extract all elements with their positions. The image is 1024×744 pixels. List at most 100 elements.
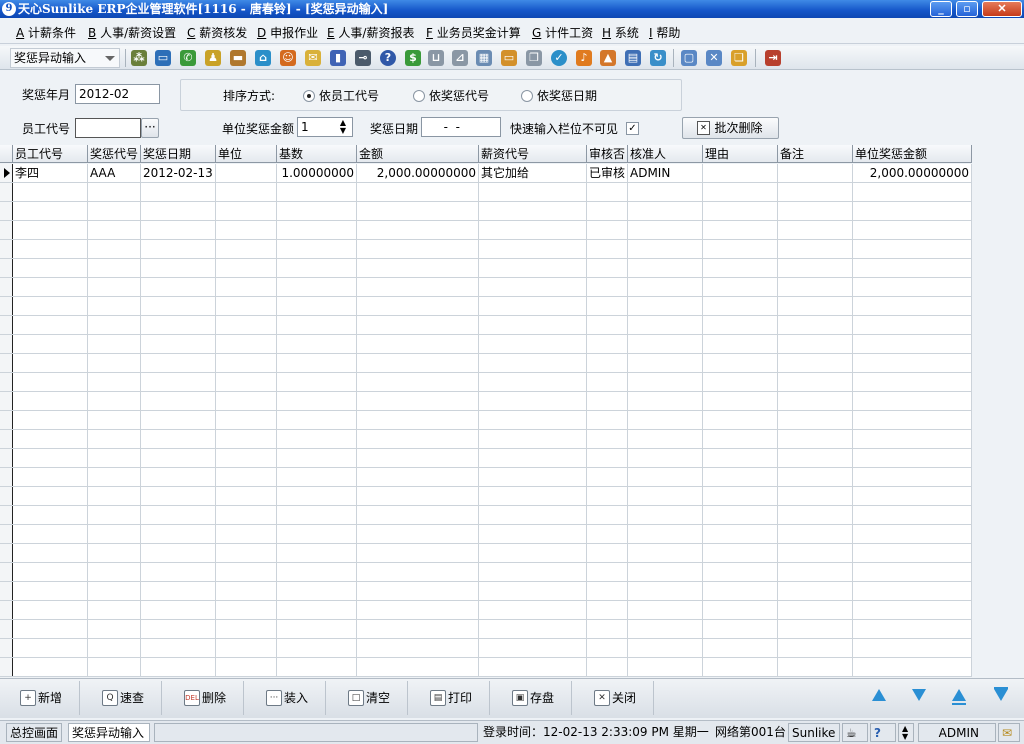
table-row[interactable] xyxy=(0,449,972,468)
cell-approved[interactable] xyxy=(587,620,628,638)
cell-approved[interactable] xyxy=(587,430,628,448)
cell-remark[interactable] xyxy=(778,563,853,581)
table-row[interactable] xyxy=(0,563,972,582)
menu-item-piecework[interactable]: G 计件工资 xyxy=(532,25,593,41)
cell-approved[interactable] xyxy=(587,563,628,581)
cell-approver[interactable] xyxy=(628,278,703,296)
cell-unit[interactable] xyxy=(216,525,277,543)
cell-base[interactable] xyxy=(277,658,357,676)
row-indicator[interactable] xyxy=(0,658,13,676)
cell-reason[interactable] xyxy=(703,582,778,600)
cell-approver[interactable] xyxy=(628,411,703,429)
row-indicator[interactable] xyxy=(0,278,13,296)
cell-amount[interactable] xyxy=(357,316,479,334)
cell-reward-date[interactable] xyxy=(141,392,216,410)
row-indicator[interactable] xyxy=(0,506,13,524)
close-button[interactable]: ✕ 关闭 xyxy=(574,681,654,715)
cell-reason[interactable] xyxy=(703,164,778,182)
nav-first-icon[interactable] xyxy=(952,689,966,701)
cell-approver[interactable] xyxy=(628,297,703,315)
cell-approved[interactable] xyxy=(587,221,628,239)
cell-approver[interactable] xyxy=(628,183,703,201)
cell-unit[interactable] xyxy=(216,278,277,296)
table-row[interactable] xyxy=(0,582,972,601)
cell-base[interactable] xyxy=(277,278,357,296)
cell-unit-amount[interactable] xyxy=(853,411,972,429)
cell-employee-code[interactable] xyxy=(13,525,88,543)
cell-reason[interactable] xyxy=(703,335,778,353)
search-button[interactable]: Q 速查 xyxy=(82,681,162,715)
cell-unit-amount[interactable] xyxy=(853,658,972,676)
cell-base[interactable] xyxy=(277,468,357,486)
row-indicator[interactable] xyxy=(0,430,13,448)
cell-amount[interactable] xyxy=(357,335,479,353)
cell-unit-amount[interactable] xyxy=(853,183,972,201)
cell-amount[interactable]: 2,000.00000000 xyxy=(357,164,479,182)
cell-unit[interactable] xyxy=(216,202,277,220)
cell-base[interactable]: 1.00000000 xyxy=(277,164,357,182)
nav-prev-icon[interactable] xyxy=(872,689,886,701)
cell-unit-amount[interactable] xyxy=(853,506,972,524)
column-header-remark[interactable]: 备注 xyxy=(778,145,853,163)
cell-approver[interactable] xyxy=(628,202,703,220)
cell-employee-code[interactable] xyxy=(13,297,88,315)
cell-approved[interactable] xyxy=(587,202,628,220)
cell-salary-code[interactable] xyxy=(479,620,587,638)
table-row[interactable] xyxy=(0,658,972,677)
table-row[interactable] xyxy=(0,297,972,316)
cell-reason[interactable] xyxy=(703,525,778,543)
row-indicator[interactable] xyxy=(0,411,13,429)
cell-reason[interactable] xyxy=(703,297,778,315)
close-box-icon[interactable]: ✕ xyxy=(706,50,722,66)
column-header-reason[interactable]: 理由 xyxy=(703,145,778,163)
cell-reward-date[interactable] xyxy=(141,221,216,239)
cell-reward-date[interactable] xyxy=(141,354,216,372)
cell-unit-amount[interactable] xyxy=(853,620,972,638)
cell-remark[interactable] xyxy=(778,411,853,429)
cell-reward-code[interactable] xyxy=(88,639,141,657)
cell-base[interactable] xyxy=(277,487,357,505)
table-row[interactable] xyxy=(0,620,972,639)
cart-icon[interactable]: ⊔ xyxy=(428,50,444,66)
cell-reason[interactable] xyxy=(703,202,778,220)
column-header-salary-code[interactable]: 薪资代号 xyxy=(479,145,587,163)
cell-reason[interactable] xyxy=(703,183,778,201)
cell-unit[interactable] xyxy=(216,392,277,410)
nav-last-icon[interactable] xyxy=(994,689,1008,701)
cell-amount[interactable] xyxy=(357,297,479,315)
column-header-unit[interactable]: 单位 xyxy=(216,145,277,163)
cell-reward-code[interactable] xyxy=(88,316,141,334)
row-indicator[interactable] xyxy=(0,164,13,182)
cascade-icon[interactable]: ❏ xyxy=(731,50,747,66)
cell-salary-code[interactable] xyxy=(479,582,587,600)
cell-reward-date[interactable] xyxy=(141,658,216,676)
table-row[interactable] xyxy=(0,221,972,240)
cell-amount[interactable] xyxy=(357,202,479,220)
cell-amount[interactable] xyxy=(357,183,479,201)
table-row[interactable] xyxy=(0,430,972,449)
cell-base[interactable] xyxy=(277,373,357,391)
cell-remark[interactable] xyxy=(778,278,853,296)
cell-approved[interactable] xyxy=(587,449,628,467)
cell-approved[interactable] xyxy=(587,278,628,296)
cell-reward-code[interactable] xyxy=(88,544,141,562)
cell-reward-date[interactable]: 2012-02-13 xyxy=(141,164,216,182)
help-circle-icon[interactable]: ? xyxy=(870,723,896,742)
cell-reward-date[interactable] xyxy=(141,259,216,277)
cell-unit-amount[interactable] xyxy=(853,373,972,391)
cell-reward-code[interactable] xyxy=(88,354,141,372)
menu-item-conditions[interactable]: A 计薪条件 xyxy=(16,25,76,41)
cell-approver[interactable] xyxy=(628,430,703,448)
nav-next-icon[interactable] xyxy=(912,689,926,701)
cell-amount[interactable] xyxy=(357,221,479,239)
cell-salary-code[interactable] xyxy=(479,297,587,315)
chart-icon[interactable]: ⊿ xyxy=(452,50,468,66)
cell-reward-code[interactable] xyxy=(88,601,141,619)
column-header-reward-date[interactable]: 奖惩日期 xyxy=(141,145,216,163)
cell-employee-code[interactable]: 李四 xyxy=(13,164,88,182)
cell-salary-code[interactable] xyxy=(479,468,587,486)
cell-salary-code[interactable] xyxy=(479,525,587,543)
load-button[interactable]: ··· 装入 xyxy=(246,681,326,715)
cell-salary-code[interactable] xyxy=(479,278,587,296)
cell-unit[interactable] xyxy=(216,240,277,258)
